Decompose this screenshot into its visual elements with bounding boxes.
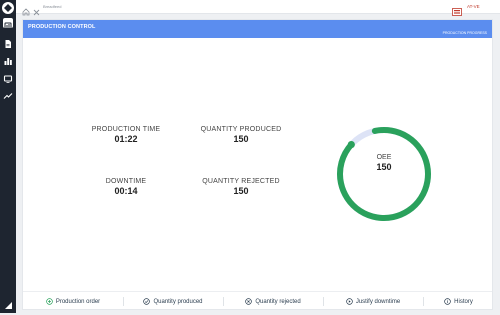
quantity-produced-metric: QUANTITY PRODUCED 150 — [191, 126, 291, 144]
plus-circle-icon — [46, 298, 53, 305]
production-order-button[interactable]: Production order — [23, 292, 123, 311]
panel-header: PRODUCTION CONTROL PRODUCTION PROGRESS — [23, 20, 492, 38]
logo-icon[interactable] — [2, 2, 14, 14]
bar-chart-icon[interactable] — [3, 53, 13, 65]
quantity-rejected-button-label: Quantity rejected — [255, 298, 301, 305]
collapse-icon[interactable] — [3, 297, 13, 309]
check-circle-icon — [143, 298, 151, 305]
justify-downtime-button[interactable]: Justify downtime — [323, 292, 423, 311]
quantity-produced-button[interactable]: Quantity produced — [123, 292, 223, 311]
production-order-label: Production order — [55, 298, 101, 305]
quantity-produced-button-label: Quantity produced — [153, 298, 203, 305]
close-icon[interactable] — [33, 3, 40, 16]
panel-subtitle: PRODUCTION PROGRESS — [442, 31, 487, 35]
quantity-rejected-value: 150 — [233, 186, 249, 196]
production-control-panel: PRODUCTION CONTROL PRODUCTION PROGRESS P… — [22, 19, 493, 310]
user-label[interactable]: AT-VE — [467, 4, 480, 9]
production-time-metric: PRODUCTION TIME 01:22 — [76, 126, 176, 144]
downtime-value: 00:14 — [114, 186, 138, 196]
monitor-icon[interactable] — [3, 71, 13, 83]
document-icon[interactable] — [3, 36, 13, 48]
production-time-value: 01:22 — [114, 134, 138, 144]
quantity-produced-label: QUANTITY PRODUCED — [200, 126, 282, 133]
justify-downtime-label: Justify downtime — [355, 298, 401, 305]
breadcrumb[interactable]: Breadfeed — [43, 4, 61, 9]
sidebar — [0, 0, 16, 313]
play-circle-icon — [346, 298, 353, 305]
dashboard-icon[interactable] — [3, 18, 13, 30]
quantity-rejected-metric: QUANTITY REJECTED 150 — [191, 178, 291, 196]
home-icon[interactable] — [22, 3, 30, 16]
downtime-metric: DOWNTIME 00:14 — [76, 178, 176, 196]
oee-value: 150 — [376, 162, 392, 172]
x-circle-icon — [245, 298, 253, 305]
history-label: History — [454, 298, 473, 305]
action-bar: Production order Quantity produced Quant… — [23, 291, 492, 310]
oee-label: OEE — [376, 154, 392, 161]
quantity-rejected-button[interactable]: Quantity rejected — [223, 292, 323, 311]
top-bar: Breadfeed AT-VE — [16, 0, 500, 16]
user-flag-icon[interactable] — [452, 3, 462, 16]
info-circle-icon — [444, 298, 451, 305]
downtime-label: DOWNTIME — [105, 178, 147, 185]
quantity-rejected-label: QUANTITY REJECTED — [202, 178, 280, 185]
oee-gauge — [337, 127, 431, 221]
gauge-knob — [347, 140, 355, 149]
panel-title: PRODUCTION CONTROL — [28, 24, 96, 30]
production-time-label: PRODUCTION TIME — [91, 126, 161, 133]
quantity-produced-value: 150 — [233, 134, 249, 144]
gauge-fill — [337, 127, 431, 221]
trend-icon[interactable] — [3, 88, 13, 99]
history-button[interactable]: History — [423, 292, 494, 311]
